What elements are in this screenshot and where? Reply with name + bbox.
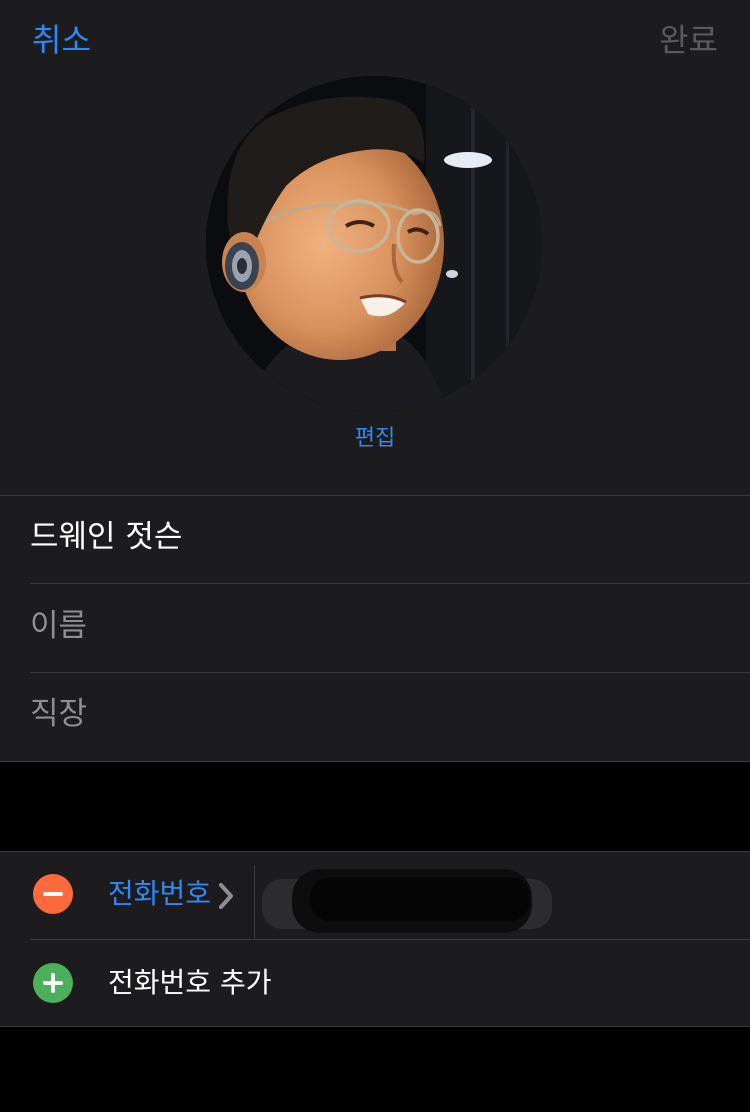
phone-label-button[interactable]: 전화번호 [108, 876, 211, 912]
cancel-button[interactable]: 취소 [32, 20, 91, 60]
contact-photo-image [206, 76, 542, 412]
divider [0, 761, 750, 762]
contact-photo[interactable] [206, 76, 542, 412]
redacted-phone-number[interactable] [262, 861, 552, 941]
phone-row: 전화번호 [0, 851, 750, 939]
contact-header-section: 취소 완료 편집 드웨인 젓슨 이름 직장 [0, 0, 750, 762]
last-name-field[interactable]: 드웨인 젓슨 [30, 517, 730, 557]
remove-phone-button[interactable] [33, 874, 73, 914]
done-button[interactable]: 완료 [659, 20, 718, 60]
divider [30, 583, 750, 584]
company-field[interactable]: 직장 [30, 694, 730, 734]
add-phone-row[interactable]: 전화번호 추가 [0, 939, 750, 1027]
add-phone-button[interactable] [33, 963, 73, 1003]
divider [30, 672, 750, 673]
phone-section: 전화번호 전화번호 추가 [0, 851, 750, 1027]
first-name-field[interactable]: 이름 [30, 606, 730, 646]
add-phone-label: 전화번호 추가 [108, 966, 272, 999]
divider [0, 495, 750, 496]
edit-photo-link[interactable]: 편집 [0, 424, 750, 454]
minus-circle-icon [43, 892, 63, 896]
plus-circle-icon-vertical [51, 973, 55, 993]
vertical-divider [254, 865, 255, 939]
chevron-right-icon [219, 883, 233, 909]
divider [0, 1026, 750, 1027]
